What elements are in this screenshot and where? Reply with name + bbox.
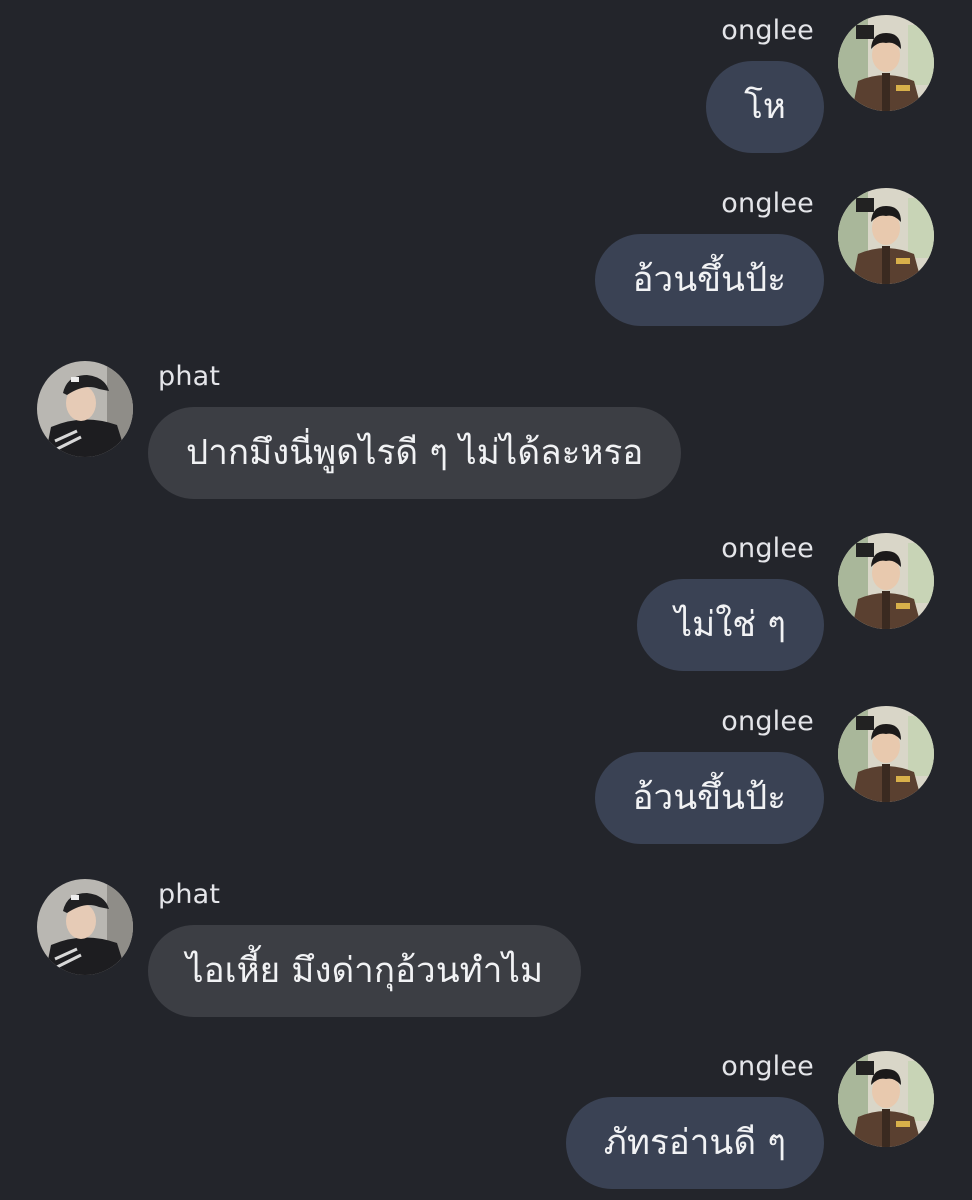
sender-name: phat	[158, 361, 221, 392]
phat-avatar[interactable]	[37, 879, 133, 975]
chat-thread: onglee โห onglee อ้วนขึ้นป้ะ phat ปากมึง…	[0, 0, 972, 1200]
message-bubble[interactable]: ไอเหี้ย มึงด่ากุอ้วนทำไม	[148, 925, 582, 1017]
avatar-icon	[838, 706, 934, 802]
avatar-icon	[37, 879, 133, 975]
sender-name: onglee	[721, 15, 814, 46]
sender-name: phat	[158, 879, 221, 910]
onglee-avatar[interactable]	[838, 533, 934, 629]
message-bubble[interactable]: ปากมึงนี่พูดไรดี ๆ ไม่ได้ละหรอ	[148, 407, 682, 499]
message-bubble[interactable]: อ้วนขึ้นป้ะ	[594, 234, 824, 326]
avatar-icon	[838, 533, 934, 629]
sender-name: onglee	[721, 1051, 814, 1082]
message-bubble[interactable]: อ้วนขึ้นป้ะ	[594, 752, 824, 844]
avatar-icon	[838, 15, 934, 111]
sender-name: onglee	[721, 533, 814, 564]
avatar-icon	[838, 188, 934, 284]
sender-name: onglee	[721, 706, 814, 737]
onglee-avatar[interactable]	[838, 188, 934, 284]
sender-name: onglee	[721, 188, 814, 219]
phat-avatar[interactable]	[37, 361, 133, 457]
onglee-avatar[interactable]	[838, 1051, 934, 1147]
onglee-avatar[interactable]	[838, 706, 934, 802]
message-bubble[interactable]: ไม่ใช่ ๆ	[636, 579, 824, 671]
message-bubble[interactable]: ภัทรอ่านดี ๆ	[565, 1097, 824, 1189]
message-bubble[interactable]: โห	[706, 61, 824, 153]
avatar-icon	[37, 361, 133, 457]
avatar-icon	[838, 1051, 934, 1147]
onglee-avatar[interactable]	[838, 15, 934, 111]
